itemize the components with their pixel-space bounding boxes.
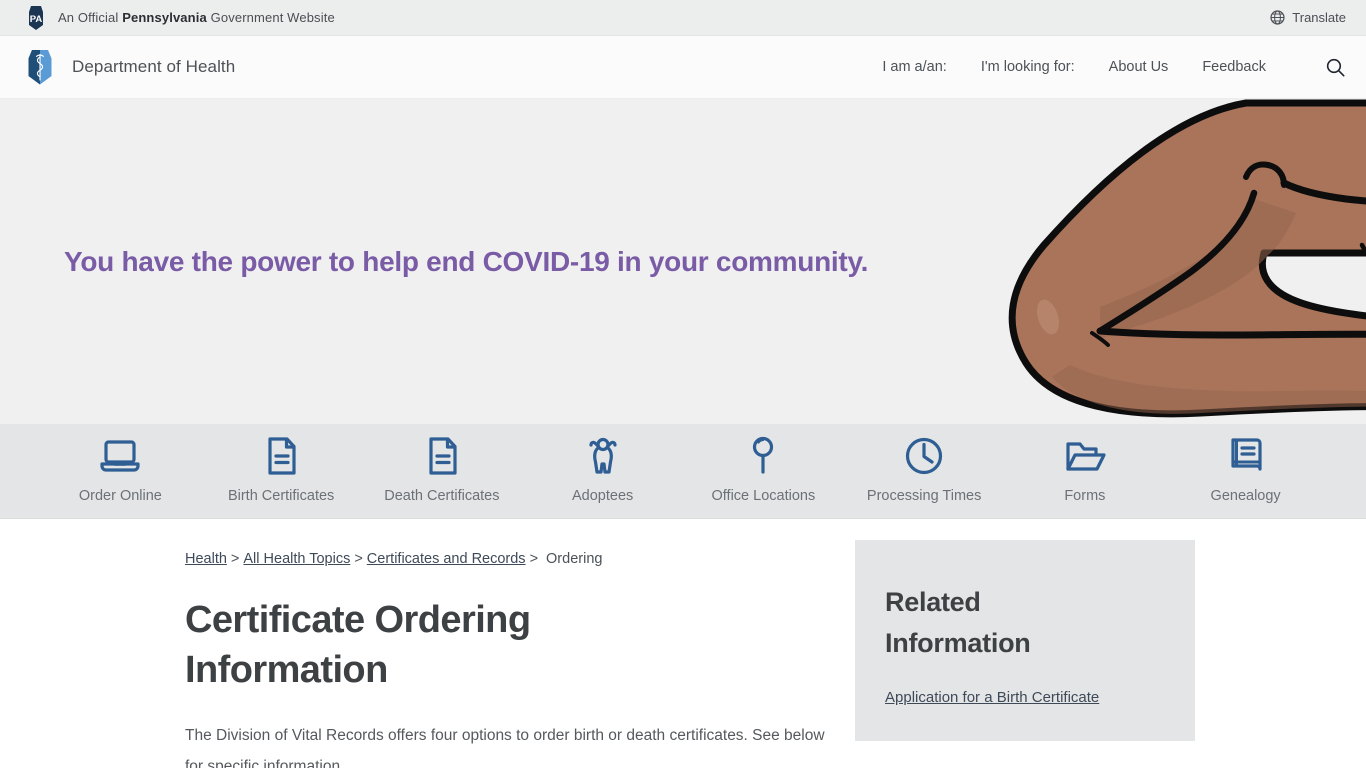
laptop-icon [100, 440, 140, 472]
official-government-banner: PA An Official Pennsylvania Government W… [0, 0, 1366, 36]
search-button[interactable] [1322, 54, 1348, 80]
svg-text:PA: PA [30, 14, 43, 25]
quicknav-item-death-certificates[interactable]: Death Certificates [362, 434, 523, 504]
quicknav-label: Processing Times [866, 488, 982, 504]
child-figure-icon [589, 437, 617, 474]
globe-icon [1270, 10, 1285, 25]
content-area: Health > All Health Topics > Certificates an… [0, 519, 1366, 768]
translate-button[interactable]: Translate [1270, 10, 1346, 25]
quicknav-label: Forms [1064, 488, 1106, 504]
gov-banner-prefix: An Official [58, 10, 123, 25]
open-folder-icon [1066, 442, 1106, 471]
quicknav-item-order-online[interactable]: Order Online [40, 434, 201, 504]
main-column: Health > All Health Topics > Certificates an… [0, 519, 855, 768]
quicknav-item-processing-times[interactable]: Processing Times [844, 434, 1005, 504]
quicknav-item-office-locations[interactable]: Office Locations [683, 434, 844, 504]
breadcrumb-link-health[interactable]: Health [185, 551, 227, 567]
quicknav-label: Office Locations [711, 488, 816, 504]
quicknav-label: Genealogy [1210, 488, 1281, 504]
page-title: Certificate Ordering Information [185, 599, 531, 692]
brand-home-link[interactable]: Department of Health [22, 48, 235, 86]
breadcrumb: Health > All Health Topics > Certificates an… [185, 551, 855, 567]
related-information-title: Related Information [885, 587, 1031, 658]
pa-keystone-badge-icon: PA [29, 5, 43, 30]
quicknav-item-birth-certificates[interactable]: Birth Certificates [201, 434, 362, 504]
quicknav-label: Adoptees [571, 488, 634, 504]
hero-headline: You have the power to help end COVID-19 … [64, 246, 869, 277]
breadcrumb-separator: > [354, 551, 363, 567]
document-icon [268, 437, 296, 475]
nav-item-feedback[interactable]: Feedback [1202, 59, 1266, 75]
site-header: Department of Health I am a/an: I'm look… [0, 36, 1366, 99]
map-pin-icon [753, 436, 774, 474]
breadcrumb-link-all-health-topics[interactable]: All Health Topics [243, 551, 350, 567]
pa-keystone-caduceus-logo [28, 50, 52, 85]
translate-label: Translate [1292, 10, 1346, 25]
nav-item-about-us[interactable]: About Us [1109, 59, 1169, 75]
breadcrumb-separator: > [230, 551, 240, 567]
gov-banner-left-group: PA An Official Pennsylvania Government W… [24, 5, 335, 31]
book-icon [1231, 438, 1262, 471]
quicknav-label: Birth Certificates [227, 488, 335, 504]
nav-item-im-looking-for[interactable]: I'm looking for: [981, 59, 1075, 75]
quick-navigation-bar: Order Online Birth Certificates Death Ce… [0, 424, 1366, 519]
gov-banner-text: An Official Pennsylvania Government Webs… [58, 10, 335, 25]
clock-icon [906, 437, 943, 475]
quicknav-item-adoptees[interactable]: Adoptees [522, 434, 683, 504]
sidebar-column: Related Information Application for a Bi… [855, 519, 1195, 768]
gov-banner-state: Pennsylvania [122, 10, 207, 25]
related-link-application-for-a-birth-certificate[interactable]: Application for a Birth Certificate [885, 685, 1165, 711]
breadcrumb-current: Ordering [546, 551, 603, 567]
gov-banner-suffix: Government Website [206, 10, 335, 25]
breadcrumb-separator: > [529, 551, 539, 567]
quicknav-item-genealogy[interactable]: Genealogy [1165, 434, 1326, 504]
quicknav-label: Death Certificates [384, 488, 500, 504]
main-navigation: I am a/an: I'm looking for: About Us Fee… [882, 54, 1348, 80]
hero-headline-wrap: You have the power to help end COVID-19 … [64, 99, 1064, 424]
brand-title: Department of Health [72, 57, 236, 76]
document-icon [429, 437, 457, 475]
search-icon [1326, 58, 1345, 77]
breadcrumb-link-certificates-and-records[interactable]: Certificates and Records [367, 551, 526, 567]
nav-item-i-am-a[interactable]: I am a/an: [882, 59, 946, 75]
related-information-panel: Related Information Application for a Bi… [855, 540, 1195, 741]
quicknav-item-forms[interactable]: Forms [1005, 434, 1166, 504]
intro-paragraph: The Division of Vital Records offers fou… [185, 727, 825, 768]
hero-banner: You have the power to help end COVID-19 … [0, 99, 1366, 424]
quicknav-label: Order Online [78, 488, 162, 504]
